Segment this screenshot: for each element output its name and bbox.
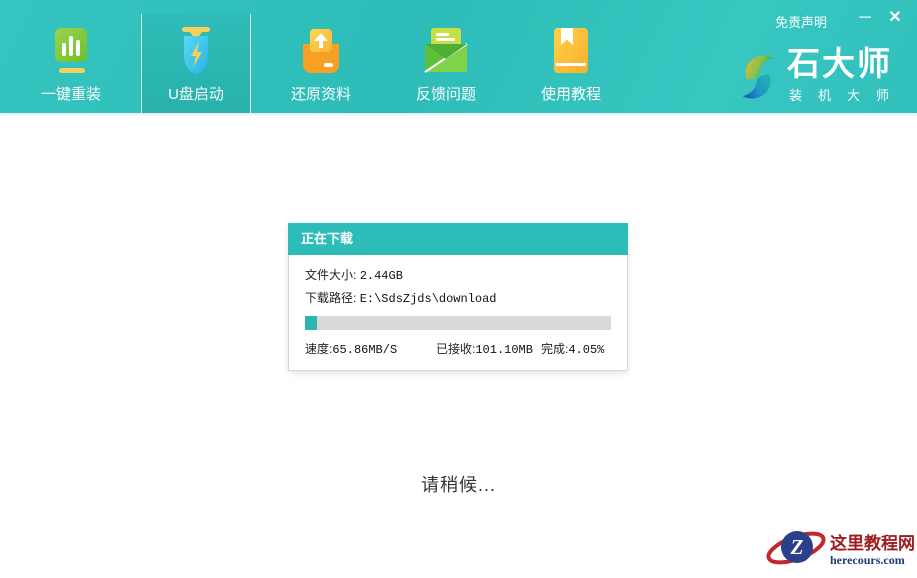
received-value: 101.10MB [475,343,533,357]
download-path-row: 下载路径: E:\SdsZjds\download [305,290,611,307]
done-label: 完成: [541,342,568,356]
window-controls: ─ ✕ [856,8,904,28]
app-window: 一键重装 [0,0,917,578]
tab-feedback[interactable]: 反馈问题 [391,14,501,113]
dialog-title: 正在下载 [288,223,628,255]
download-path-value: E:\SdsZjds\download [360,292,497,306]
done-value: 4.05% [568,343,604,357]
speed-value: 65.86MB/S [332,343,397,357]
tab-label: 反馈问题 [416,86,476,104]
feedback-mail-icon [423,23,469,79]
file-size-value: 2.44GB [360,269,403,283]
brand-swirl-icon [737,50,779,109]
tutorial-book-icon [551,23,591,79]
tab-one-key-reinstall[interactable]: 一键重装 [16,14,126,113]
watermark-logo-icon: Z [764,525,828,576]
brand-logo: 石大师 装机大师 [737,46,905,109]
tab-tutorial[interactable]: 使用教程 [516,14,626,113]
tab-label: 使用教程 [541,86,601,104]
tab-label: 还原资料 [291,86,351,104]
speed-label: 速度: [305,342,332,356]
brand-text: 石大师 装机大师 [787,46,905,104]
brand-tagline: 装机大师 [787,85,905,104]
file-size-row: 文件大小: 2.44GB [305,267,611,284]
wait-message: 请稍候... [0,471,917,497]
progress-fill [305,316,317,330]
received-stat: 已接收:101.10MB [436,340,533,357]
chart-icon [50,23,92,79]
watermark-site-name: 这里教程网 [830,534,915,553]
tab-restore-data[interactable]: 还原资料 [266,14,376,113]
tab-label: U盘启动 [168,86,224,104]
header-bar: 一键重装 [0,0,917,113]
dialog-body: 文件大小: 2.44GB 下载路径: E:\SdsZjds\download 速… [288,255,628,371]
minimize-button[interactable]: ─ [856,8,874,28]
received-label: 已接收: [436,342,475,356]
speed-stat: 速度:65.86MB/S [305,340,397,357]
watermark: Z 这里教程网 herecours.com [764,525,915,576]
done-stat: 完成:4.05% [541,340,604,357]
download-stats: 速度:65.86MB/S 已接收:101.10MB 完成:4.05% [305,340,611,356]
watermark-text: 这里教程网 herecours.com [830,534,915,567]
download-path-label: 下载路径: [305,291,356,305]
nav-tabs: 一键重装 [16,14,626,113]
file-size-label: 文件大小: [305,268,356,282]
tab-label: 一键重装 [41,86,101,104]
restore-tray-icon [298,23,344,79]
close-button[interactable]: ✕ [886,8,904,28]
disclaimer-link[interactable]: 免责声明 [775,12,827,31]
tab-usb-boot[interactable]: U盘启动 [141,14,251,113]
progress-bar [305,316,611,330]
download-dialog: 正在下载 文件大小: 2.44GB 下载路径: E:\SdsZjds\downl… [288,223,628,371]
watermark-site-url: herecours.com [830,553,915,567]
usb-shield-icon [174,23,218,79]
svg-text:Z: Z [790,535,804,559]
brand-name: 石大师 [787,46,905,82]
